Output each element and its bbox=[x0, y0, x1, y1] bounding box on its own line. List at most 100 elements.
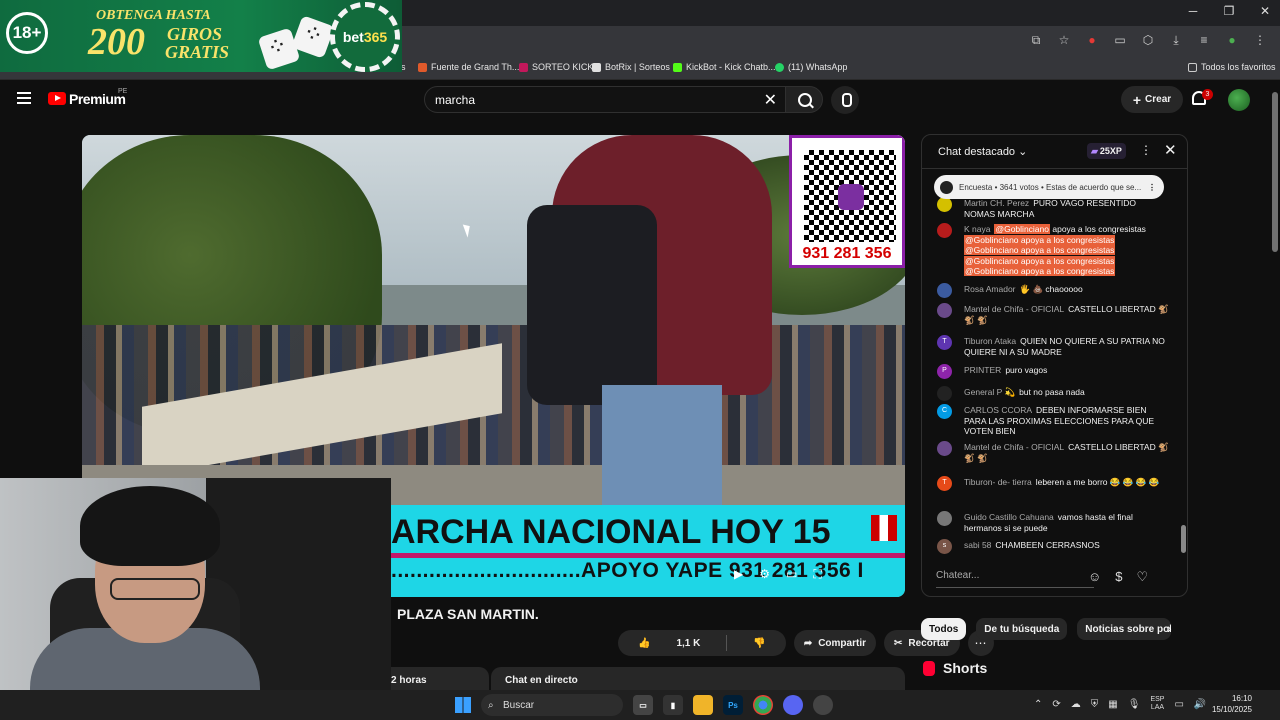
message-author[interactable]: Mantel de Chifa - OFICIAL bbox=[964, 442, 1064, 452]
chat-more-icon[interactable]: ⋮ bbox=[1140, 143, 1152, 157]
chrome-icon[interactable] bbox=[753, 695, 773, 715]
qr-phone-number: 931 281 356 bbox=[792, 245, 902, 265]
all-bookmarks-folder[interactable]: Todos los favoritos bbox=[1188, 62, 1276, 72]
message-author[interactable]: Tiburon- de- tierra bbox=[964, 477, 1032, 487]
account-avatar[interactable] bbox=[1228, 89, 1250, 111]
chat-messages: Martin CH. Perez PURO VAGO RESENTIDO NOMA… bbox=[922, 195, 1180, 555]
chevron-right-icon[interactable]: › bbox=[1167, 620, 1172, 636]
app-icon[interactable]: ▮ bbox=[663, 695, 683, 715]
message-author[interactable]: Tiburon Ataka bbox=[964, 336, 1016, 346]
task-view-icon[interactable]: ▭ bbox=[633, 695, 653, 715]
avatar: T bbox=[937, 335, 952, 350]
chip-from-search[interactable]: De tu búsqueda bbox=[976, 618, 1068, 640]
message-author[interactable]: Martin CH. Perez bbox=[964, 198, 1029, 208]
display-icon[interactable]: ▭ bbox=[1174, 699, 1183, 710]
bookmark-item[interactable]: (11) WhatsApp bbox=[775, 62, 847, 72]
chat-poll-banner[interactable]: Encuesta • 3641 votos • Estas de acuerdo… bbox=[934, 175, 1164, 199]
taskbar-clock[interactable]: 16:10 15/10/2025 bbox=[1208, 693, 1252, 715]
theater-mode-icon[interactable]: ▭ bbox=[786, 567, 797, 582]
search-input[interactable]: marcha ✕ bbox=[424, 86, 786, 113]
extension-icon[interactable]: ▭ bbox=[1112, 33, 1128, 48]
sync-icon[interactable]: ⟳ bbox=[1052, 699, 1060, 710]
network-app-icon[interactable]: ▦ bbox=[1108, 699, 1117, 710]
search-button[interactable] bbox=[785, 86, 823, 113]
casino-ad-banner[interactable]: 18+ OBTENGA HASTA 200 GIROS GRATIS bet36… bbox=[0, 0, 402, 72]
message-author[interactable]: sabi 58 bbox=[964, 540, 991, 550]
voice-search-button[interactable] bbox=[831, 86, 859, 114]
tray-overflow-icon[interactable]: ⌃ bbox=[1034, 699, 1042, 710]
bookmark-item[interactable]: KickBot - Kick Chatb... bbox=[673, 62, 776, 72]
message-author[interactable]: CARLOS CCORA bbox=[964, 405, 1032, 415]
xp-badge[interactable]: ▰ 25XP bbox=[1087, 143, 1126, 159]
emoji-icon[interactable]: ☺ bbox=[1088, 569, 1101, 585]
youtube-logo-icon[interactable] bbox=[48, 92, 66, 105]
profile-avatar-icon[interactable]: ● bbox=[1224, 33, 1240, 48]
poll-text: Encuesta • 3641 votos • Estas de acuerdo… bbox=[959, 182, 1142, 192]
file-explorer-icon[interactable] bbox=[693, 695, 713, 715]
install-app-icon[interactable]: ⧉ bbox=[1028, 33, 1044, 48]
maximize-button[interactable]: ❐ bbox=[1222, 4, 1236, 18]
cloud-icon[interactable]: ☁ bbox=[1071, 699, 1081, 710]
thumbs-down-icon: 👎 bbox=[753, 637, 766, 649]
reading-list-icon[interactable]: ≡ bbox=[1196, 33, 1212, 48]
heart-icon[interactable]: ♡ bbox=[1137, 569, 1149, 585]
message-author[interactable]: Guido Castillo Cahuana bbox=[964, 512, 1054, 522]
scrollbar-thumb[interactable] bbox=[1181, 525, 1186, 553]
dislike-button[interactable]: 👎 bbox=[733, 630, 785, 656]
super-chat-icon[interactable]: $ bbox=[1115, 569, 1122, 585]
taskbar-search[interactable]: ⌕ Buscar bbox=[481, 694, 623, 716]
clear-search-icon[interactable]: ✕ bbox=[764, 90, 777, 110]
poll-more-icon[interactable]: ⋮ bbox=[1148, 183, 1156, 192]
message-author[interactable]: K naya bbox=[964, 224, 990, 234]
message-author[interactable]: Mantel de Chifa - OFICIAL bbox=[964, 304, 1064, 314]
chat-header: Chat destacado ⌄ ▰ 25XP ⋮ ✕ bbox=[922, 135, 1187, 169]
bookmark-item[interactable]: SORTEO KICK bbox=[519, 62, 593, 72]
extensions-puzzle-icon[interactable]: ⬡ bbox=[1140, 33, 1156, 48]
peru-flag-icon bbox=[871, 515, 897, 541]
browser-menu-icon[interactable]: ⋮ bbox=[1252, 33, 1268, 48]
like-button[interactable]: 👍 1,1 K bbox=[618, 630, 720, 656]
menu-icon[interactable] bbox=[17, 92, 31, 104]
photoshop-icon[interactable]: Ps bbox=[723, 695, 743, 715]
play-icon[interactable]: ▶ bbox=[734, 567, 743, 582]
message-author[interactable]: Rosa Amador bbox=[964, 284, 1016, 294]
shorts-title: Shorts bbox=[943, 660, 988, 676]
minimize-button[interactable]: ─ bbox=[1186, 4, 1200, 18]
share-button[interactable]: ➦ Compartir bbox=[793, 630, 876, 656]
security-icon[interactable]: ⛨ bbox=[1091, 699, 1099, 710]
close-chat-icon[interactable]: ✕ bbox=[1164, 141, 1177, 159]
windows-start-icon[interactable] bbox=[455, 697, 471, 713]
message-author[interactable]: General P 💫 bbox=[964, 387, 1015, 397]
create-button[interactable]: + Crear bbox=[1121, 86, 1183, 113]
bookmark-item[interactable]: BotRix | Sorteos bbox=[592, 62, 670, 72]
chat-mode-dropdown[interactable]: Chat destacado ⌄ bbox=[938, 145, 1027, 158]
scrollbar-thumb[interactable] bbox=[1272, 92, 1278, 252]
input-language[interactable]: ESP LAA bbox=[1150, 696, 1164, 712]
avatar bbox=[937, 283, 952, 298]
youtube-premium-label[interactable]: Premium bbox=[69, 91, 126, 107]
chip-politics-news[interactable]: Noticias sobre política bbox=[1077, 618, 1172, 640]
obs-icon[interactable] bbox=[813, 695, 833, 715]
toolbar-icons: ⧉ ☆ ● ▭ ⬡ ⤓ ≡ ● ⋮ bbox=[1028, 33, 1268, 48]
extension-badge-icon[interactable]: ● bbox=[1084, 33, 1100, 48]
chip-all[interactable]: Todos bbox=[921, 618, 967, 640]
message-author[interactable]: PRINTER bbox=[964, 365, 1001, 375]
mic-icon[interactable]: 🎙 bbox=[1128, 699, 1141, 710]
fullscreen-icon[interactable]: ⛶ bbox=[813, 567, 821, 582]
create-label: Crear bbox=[1145, 94, 1172, 105]
page-scrollbar[interactable] bbox=[1270, 80, 1280, 690]
settings-gear-icon[interactable]: ⚙ bbox=[759, 567, 770, 582]
message-text: apoya a los congresistas bbox=[1052, 224, 1146, 234]
bookmark-star-icon[interactable]: ☆ bbox=[1056, 33, 1072, 48]
poll-icon bbox=[940, 180, 953, 194]
live-chat-panel: Chat destacado ⌄ ▰ 25XP ⋮ ✕ Martin CH. Pe… bbox=[921, 134, 1188, 597]
download-icon[interactable]: ⤓ bbox=[1168, 33, 1184, 48]
volume-icon[interactable]: 🔊 bbox=[1194, 699, 1206, 710]
chat-input[interactable]: Chatear... bbox=[936, 566, 1094, 588]
chat-scrollbar[interactable] bbox=[1180, 170, 1187, 560]
avatar: s bbox=[937, 539, 952, 554]
discord-icon[interactable] bbox=[783, 695, 803, 715]
bookmark-item[interactable]: Fuente de Grand Th... bbox=[418, 62, 519, 72]
close-window-button[interactable]: ✕ bbox=[1258, 4, 1272, 18]
brand-number: 365 bbox=[363, 29, 388, 45]
